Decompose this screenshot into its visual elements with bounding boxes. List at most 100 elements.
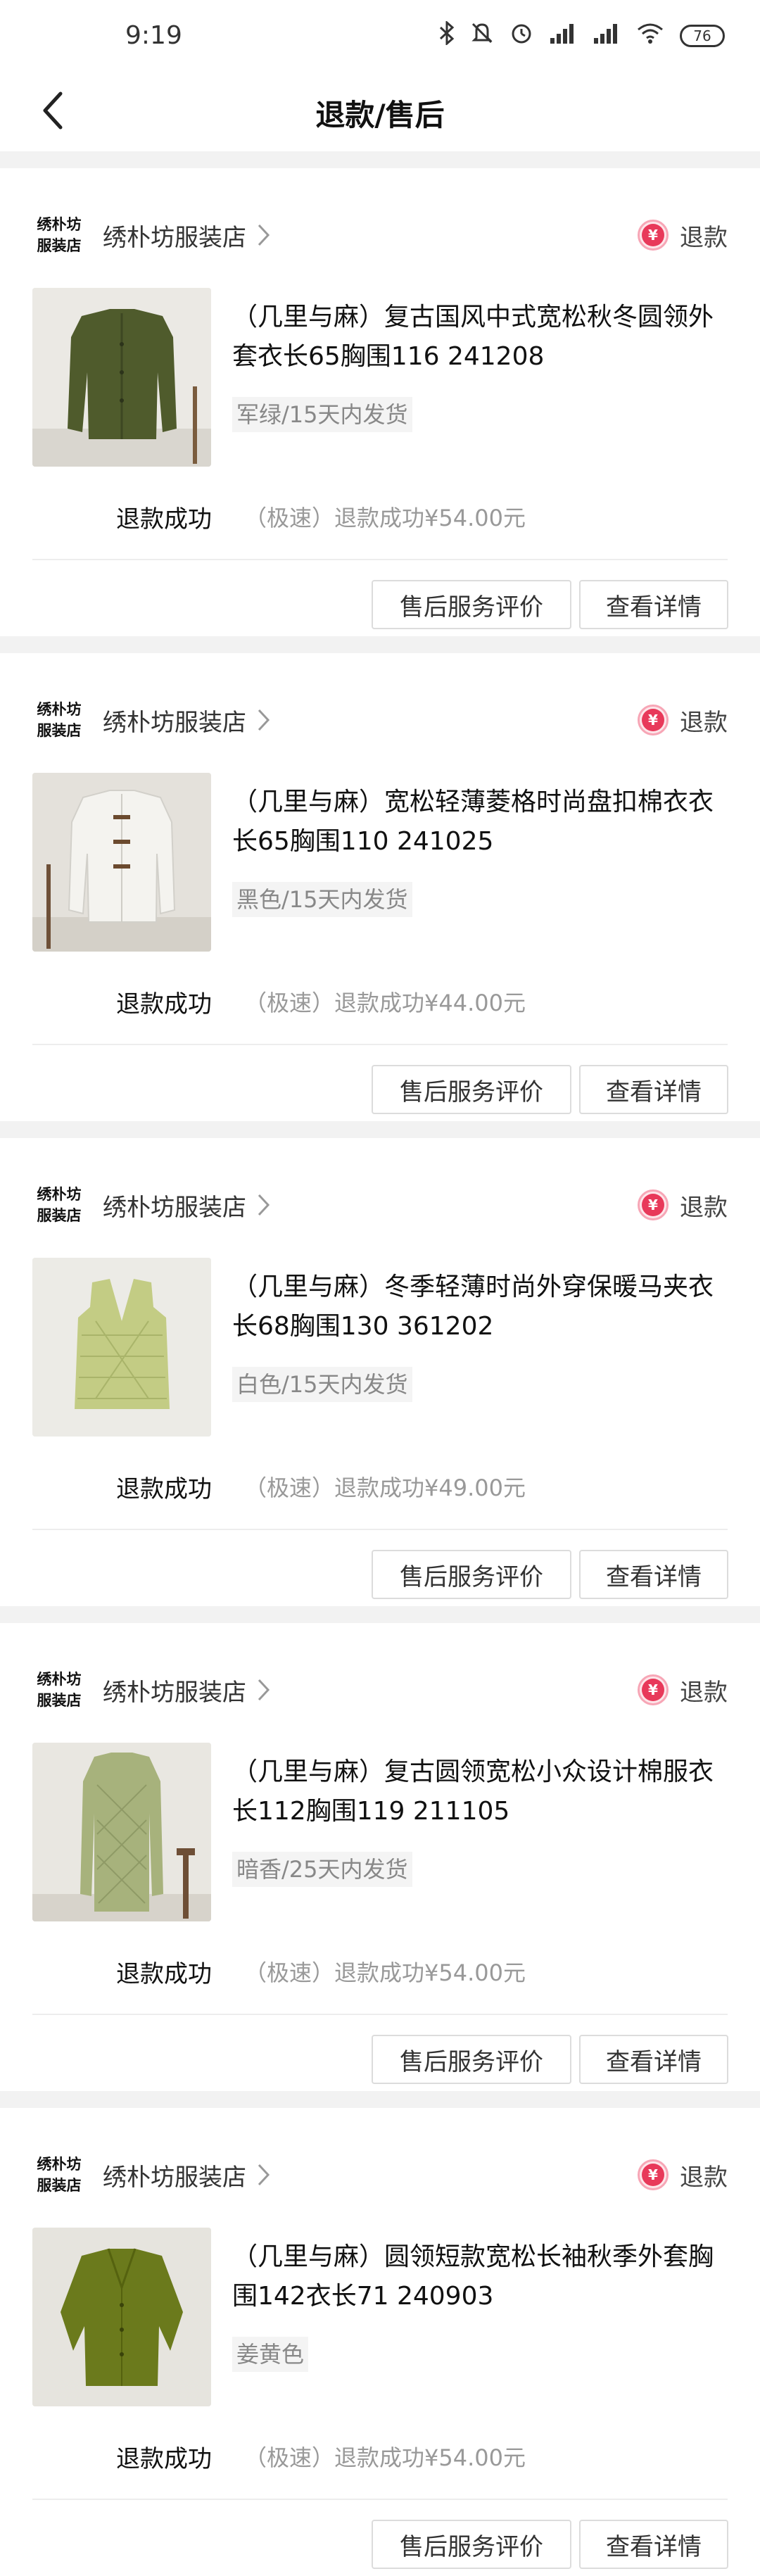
divider (32, 1044, 728, 1045)
product-title[interactable]: （几里与麻）圆领短款宽松长袖秋季外套胸围142衣长71 240903 (232, 2237, 732, 2316)
shop-logo-line: 绣朴坊 (37, 216, 82, 233)
chevron-right-icon (258, 1194, 270, 1216)
chevron-right-icon (258, 2164, 270, 2186)
section-gap (0, 151, 760, 168)
refund-status: 退款成功 (116, 1475, 212, 1503)
shop-row[interactable]: 绣朴坊 服装店 绣朴坊服装店 ¥ 退款 (32, 2150, 728, 2199)
refund-order-card[interactable]: 绣朴坊 服装店 绣朴坊服装店 ¥ 退款 （几里与麻）宽松轻薄菱格时尚盘扣棉衣衣长… (0, 653, 760, 1121)
product-title[interactable]: （几里与麻）冬季轻薄时尚外穿保暖马夹衣长68胸围130 361202 (232, 1268, 732, 1346)
refund-status: 退款成功 (116, 2444, 212, 2473)
refund-type-tag: ¥ 退款 (638, 218, 728, 253)
shop-row[interactable]: 绣朴坊 服装店 绣朴坊服装店 ¥ 退款 (32, 1665, 728, 1715)
yen-icon: ¥ (638, 705, 669, 735)
divider (32, 2499, 728, 2500)
product-spec: 暗香/25天内发货 (232, 1852, 412, 1887)
view-details-button[interactable]: 查看详情 (579, 2035, 728, 2084)
view-details-button[interactable]: 查看详情 (579, 580, 728, 629)
refund-type-tag: ¥ 退款 (638, 1188, 728, 1223)
refund-type-tag: ¥ 退款 (638, 703, 728, 738)
shop-name[interactable]: 绣朴坊服装店 (103, 218, 246, 253)
product-image[interactable] (32, 1258, 211, 1437)
shop-logo: 绣朴坊 服装店 (32, 2150, 86, 2199)
refund-type-label: 退款 (680, 2163, 728, 2192)
refund-status: 退款成功 (116, 990, 212, 1018)
shop-logo-line: 服装店 (37, 237, 82, 254)
after-sales-review-button[interactable]: 售后服务评价 (372, 1065, 571, 1114)
shop-logo-line: 绣朴坊 (37, 1671, 82, 1688)
refund-status-detail: （极速）退款成功¥54.00元 (244, 505, 526, 531)
status-time: 9:19 (125, 21, 182, 50)
refund-list: 绣朴坊 服装店 绣朴坊服装店 ¥ 退款 （几里与麻）复古国风中式宽松秋冬圆领外套… (0, 168, 760, 2576)
nav-bar: 退款/售后 (0, 70, 760, 151)
after-sales-review-button[interactable]: 售后服务评价 (372, 580, 571, 629)
shop-logo-line: 绣朴坊 (37, 701, 82, 718)
alarm-icon (509, 21, 533, 51)
refund-type-label: 退款 (680, 223, 728, 252)
refund-type-tag: ¥ 退款 (638, 1673, 728, 1707)
view-details-button[interactable]: 查看详情 (579, 1550, 728, 1599)
shop-logo-line: 服装店 (37, 1692, 82, 1709)
shop-logo: 绣朴坊 服装店 (32, 1665, 86, 1715)
shop-name[interactable]: 绣朴坊服装店 (103, 1673, 246, 1707)
refund-status-row: 退款成功 （极速）退款成功¥44.00元 (116, 984, 526, 1019)
chevron-right-icon (258, 1679, 270, 1701)
divider (32, 559, 728, 560)
signal-icon (593, 21, 621, 51)
product-image[interactable] (32, 773, 211, 952)
refund-order-card[interactable]: 绣朴坊 服装店 绣朴坊服装店 ¥ 退款 （几里与麻）冬季轻薄时尚外穿保暖马夹衣长… (0, 1138, 760, 1606)
shop-row[interactable]: 绣朴坊 服装店 绣朴坊服装店 ¥ 退款 (32, 210, 728, 260)
product-spec: 白色/15天内发货 (232, 1367, 412, 1402)
refund-type-label: 退款 (680, 1193, 728, 1222)
after-sales-review-button[interactable]: 售后服务评价 (372, 2035, 571, 2084)
shop-logo-line: 服装店 (37, 2177, 82, 2194)
shop-row[interactable]: 绣朴坊 服装店 绣朴坊服装店 ¥ 退款 (32, 1180, 728, 1230)
after-sales-review-button[interactable]: 售后服务评价 (372, 2520, 571, 2569)
product-spec: 军绿/15天内发货 (232, 397, 412, 432)
battery-icon: 76 (680, 25, 725, 47)
product-title[interactable]: （几里与麻）宽松轻薄菱格时尚盘扣棉衣衣长65胸围110 241025 (232, 783, 732, 861)
wifi-icon (636, 21, 664, 51)
shop-logo-line: 服装店 (37, 722, 82, 739)
yen-icon: ¥ (638, 1189, 669, 1220)
refund-status-detail: （极速）退款成功¥54.00元 (244, 1959, 526, 1986)
shop-row[interactable]: 绣朴坊 服装店 绣朴坊服装店 ¥ 退款 (32, 695, 728, 745)
after-sales-review-button[interactable]: 售后服务评价 (372, 1550, 571, 1599)
product-image[interactable] (32, 288, 211, 467)
divider (32, 1529, 728, 1530)
refund-status-row: 退款成功 （极速）退款成功¥54.00元 (116, 2439, 526, 2474)
refund-order-card[interactable]: 绣朴坊 服装店 绣朴坊服装店 ¥ 退款 （几里与麻）复古国风中式宽松秋冬圆领外套… (0, 168, 760, 636)
refund-order-card[interactable]: 绣朴坊 服装店 绣朴坊服装店 ¥ 退款 （几里与麻）复古圆领宽松小众设计棉服衣长… (0, 1623, 760, 2091)
product-image[interactable] (32, 2228, 211, 2406)
shop-name[interactable]: 绣朴坊服装店 (103, 2158, 246, 2192)
refund-status: 退款成功 (116, 505, 212, 533)
refund-status-row: 退款成功 （极速）退款成功¥54.00元 (116, 499, 526, 534)
product-image[interactable] (32, 1743, 211, 1921)
shop-name[interactable]: 绣朴坊服装店 (103, 703, 246, 738)
refund-status-detail: （极速）退款成功¥49.00元 (244, 1475, 526, 1501)
status-icons: 76 (439, 20, 725, 51)
refund-status-row: 退款成功 （极速）退款成功¥54.00元 (116, 1954, 526, 1989)
shop-logo: 绣朴坊 服装店 (32, 1180, 86, 1230)
shop-logo-line: 绣朴坊 (37, 2156, 82, 2173)
view-details-button[interactable]: 查看详情 (579, 1065, 728, 1114)
yen-icon: ¥ (638, 220, 669, 251)
bluetooth-icon (439, 20, 455, 51)
chevron-right-icon (258, 709, 270, 731)
product-title[interactable]: （几里与麻）复古圆领宽松小众设计棉服衣长112胸围119 211105 (232, 1753, 732, 1831)
product-spec: 黑色/15天内发货 (232, 882, 412, 917)
refund-status: 退款成功 (116, 1959, 212, 1988)
product-title[interactable]: （几里与麻）复古国风中式宽松秋冬圆领外套衣长65胸围116 241208 (232, 298, 732, 377)
status-bar: 9:19 76 (0, 0, 760, 70)
refund-status-detail: （极速）退款成功¥54.00元 (244, 2444, 526, 2471)
product-spec: 姜黄色 (232, 2337, 309, 2372)
shop-logo-line: 服装店 (37, 1207, 82, 1224)
refund-order-card[interactable]: 绣朴坊 服装店 绣朴坊服装店 ¥ 退款 （几里与麻）圆领短款宽松长袖秋季外套胸围… (0, 2108, 760, 2576)
mute-icon (470, 21, 494, 51)
refund-type-tag: ¥ 退款 (638, 2158, 728, 2192)
divider (32, 2014, 728, 2015)
refund-status-detail: （极速）退款成功¥44.00元 (244, 990, 526, 1016)
shop-name[interactable]: 绣朴坊服装店 (103, 1188, 246, 1223)
view-details-button[interactable]: 查看详情 (579, 2520, 728, 2569)
yen-icon: ¥ (638, 1674, 669, 1705)
refund-type-label: 退款 (680, 1678, 728, 1707)
